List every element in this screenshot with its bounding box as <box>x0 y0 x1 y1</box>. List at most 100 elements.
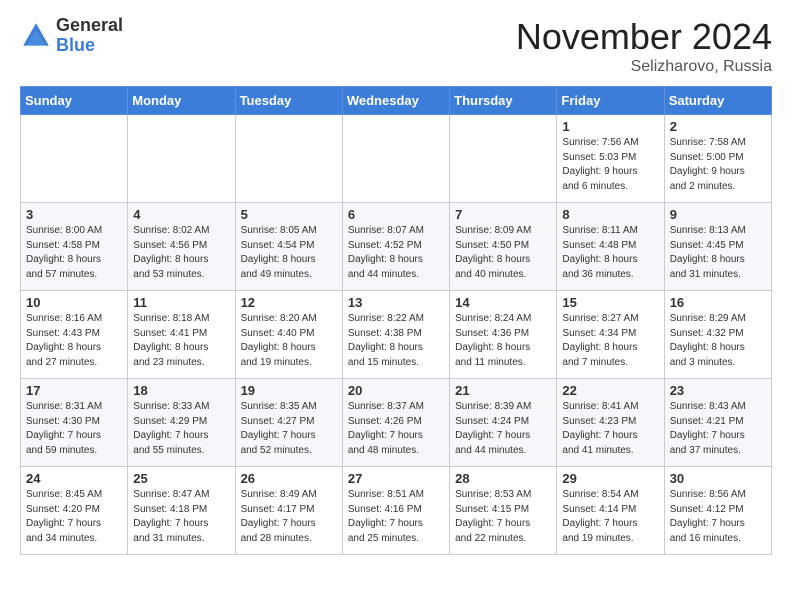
logo-general: General <box>56 16 123 36</box>
day-info: Sunrise: 8:11 AM Sunset: 4:48 PM Dayligh… <box>562 224 658 282</box>
day-number: 6 <box>348 207 444 222</box>
day-info: Sunrise: 7:56 AM Sunset: 5:03 PM Dayligh… <box>562 136 658 194</box>
day-info: Sunrise: 8:47 AM Sunset: 4:18 PM Dayligh… <box>133 488 229 546</box>
month-title: November 2024 <box>516 16 772 58</box>
day-info: Sunrise: 8:02 AM Sunset: 4:56 PM Dayligh… <box>133 224 229 282</box>
day-info: Sunrise: 8:39 AM Sunset: 4:24 PM Dayligh… <box>455 400 551 458</box>
table-row: 8 Sunrise: 8:11 AM Sunset: 4:48 PM Daylig… <box>557 203 664 291</box>
day-number: 3 <box>26 207 122 222</box>
day-info: Sunrise: 8:13 AM Sunset: 4:45 PM Dayligh… <box>670 224 766 282</box>
title-area: November 2024 Selizharovo, Russia <box>516 16 772 76</box>
table-row: 23 Sunrise: 8:43 AM Sunset: 4:21 PM Dayli… <box>664 379 771 467</box>
table-row: 21Sunrise: 8:39 AM Sunset: 4:24 PM Dayli… <box>450 379 557 467</box>
day-info: Sunrise: 8:49 AM Sunset: 4:17 PM Dayligh… <box>241 488 337 546</box>
day-number: 10 <box>26 295 122 310</box>
table-row: 11 Sunrise: 8:18 AM Sunset: 4:41 PM Dayli… <box>128 291 235 379</box>
table-row: 9 Sunrise: 8:13 AM Sunset: 4:45 PM Daylig… <box>664 203 771 291</box>
table-row: 18Sunrise: 8:33 AM Sunset: 4:29 PM Dayli… <box>128 379 235 467</box>
location-subtitle: Selizharovo, Russia <box>516 58 772 76</box>
day-info: Sunrise: 8:37 AM Sunset: 4:26 PM Dayligh… <box>348 400 444 458</box>
day-number: 26 <box>241 471 337 486</box>
day-number: 27 <box>348 471 444 486</box>
table-row: 15 Sunrise: 8:27 AM Sunset: 4:34 PM Dayli… <box>557 291 664 379</box>
table-row: 2 Sunrise: 7:58 AM Sunset: 5:00 PM Daylig… <box>664 115 771 203</box>
day-number: 16 <box>670 295 766 310</box>
day-info: Sunrise: 8:22 AM Sunset: 4:38 PM Dayligh… <box>348 312 444 370</box>
day-number: 8 <box>562 207 658 222</box>
day-info: Sunrise: 8:18 AM Sunset: 4:41 PM Dayligh… <box>133 312 229 370</box>
day-number: 17 <box>26 383 122 398</box>
day-number: 29 <box>562 471 658 486</box>
day-info: Sunrise: 8:09 AM Sunset: 4:50 PM Dayligh… <box>455 224 551 282</box>
table-row: 1 Sunrise: 7:56 AM Sunset: 5:03 PM Daylig… <box>557 115 664 203</box>
table-row: 22 Sunrise: 8:41 AM Sunset: 4:23 PM Dayli… <box>557 379 664 467</box>
day-info: Sunrise: 8:33 AM Sunset: 4:29 PM Dayligh… <box>133 400 229 458</box>
calendar-week-row: 3Sunrise: 8:00 AM Sunset: 4:58 PM Daylig… <box>21 203 772 291</box>
page-header: General Blue November 2024 Selizharovo, … <box>20 16 772 76</box>
day-number: 4 <box>133 207 229 222</box>
day-number: 20 <box>348 383 444 398</box>
day-number: 1 <box>562 119 658 134</box>
table-row: 6 Sunrise: 8:07 AM Sunset: 4:52 PM Daylig… <box>342 203 449 291</box>
table-row <box>235 115 342 203</box>
day-number: 5 <box>241 207 337 222</box>
header-monday: Monday <box>128 87 235 115</box>
day-number: 14 <box>455 295 551 310</box>
day-info: Sunrise: 8:31 AM Sunset: 4:30 PM Dayligh… <box>26 400 122 458</box>
day-number: 11 <box>133 295 229 310</box>
table-row <box>128 115 235 203</box>
logo-icon <box>20 20 52 52</box>
calendar-week-row: 17 Sunrise: 8:31 AM Sunset: 4:30 PM Dayli… <box>21 379 772 467</box>
table-row: 29 Sunrise: 8:54 AM Sunset: 4:14 PM Dayli… <box>557 467 664 555</box>
day-info: Sunrise: 8:41 AM Sunset: 4:23 PM Dayligh… <box>562 400 658 458</box>
calendar-table: Sunday Monday Tuesday Wednesday Thursday… <box>20 86 772 555</box>
table-row: 14 Sunrise: 8:24 AM Sunset: 4:36 PM Dayli… <box>450 291 557 379</box>
day-info: Sunrise: 8:54 AM Sunset: 4:14 PM Dayligh… <box>562 488 658 546</box>
header-saturday: Saturday <box>664 87 771 115</box>
day-info: Sunrise: 8:07 AM Sunset: 4:52 PM Dayligh… <box>348 224 444 282</box>
table-row: 20 Sunrise: 8:37 AM Sunset: 4:26 PM Dayli… <box>342 379 449 467</box>
day-number: 13 <box>348 295 444 310</box>
table-row: 28Sunrise: 8:53 AM Sunset: 4:15 PM Dayli… <box>450 467 557 555</box>
calendar-week-row: 10 Sunrise: 8:16 AM Sunset: 4:43 PM Dayli… <box>21 291 772 379</box>
day-info: Sunrise: 8:51 AM Sunset: 4:16 PM Dayligh… <box>348 488 444 546</box>
table-row: 17 Sunrise: 8:31 AM Sunset: 4:30 PM Dayli… <box>21 379 128 467</box>
day-info: Sunrise: 8:27 AM Sunset: 4:34 PM Dayligh… <box>562 312 658 370</box>
day-number: 9 <box>670 207 766 222</box>
calendar-week-row: 24Sunrise: 8:45 AM Sunset: 4:20 PM Dayli… <box>21 467 772 555</box>
day-info: Sunrise: 8:16 AM Sunset: 4:43 PM Dayligh… <box>26 312 122 370</box>
day-info: Sunrise: 8:05 AM Sunset: 4:54 PM Dayligh… <box>241 224 337 282</box>
day-number: 23 <box>670 383 766 398</box>
day-info: Sunrise: 8:24 AM Sunset: 4:36 PM Dayligh… <box>455 312 551 370</box>
day-number: 22 <box>562 383 658 398</box>
header-sunday: Sunday <box>21 87 128 115</box>
calendar-header-row: Sunday Monday Tuesday Wednesday Thursday… <box>21 87 772 115</box>
header-tuesday: Tuesday <box>235 87 342 115</box>
day-number: 28 <box>455 471 551 486</box>
logo: General Blue <box>20 16 123 56</box>
day-number: 7 <box>455 207 551 222</box>
table-row: 25 Sunrise: 8:47 AM Sunset: 4:18 PM Dayli… <box>128 467 235 555</box>
day-info: Sunrise: 8:43 AM Sunset: 4:21 PM Dayligh… <box>670 400 766 458</box>
table-row: 12Sunrise: 8:20 AM Sunset: 4:40 PM Dayli… <box>235 291 342 379</box>
table-row <box>21 115 128 203</box>
day-number: 2 <box>670 119 766 134</box>
day-number: 15 <box>562 295 658 310</box>
logo-blue: Blue <box>56 36 123 56</box>
day-number: 30 <box>670 471 766 486</box>
day-number: 19 <box>241 383 337 398</box>
table-row: 13 Sunrise: 8:22 AM Sunset: 4:38 PM Dayli… <box>342 291 449 379</box>
calendar-body: 1 Sunrise: 7:56 AM Sunset: 5:03 PM Daylig… <box>21 115 772 555</box>
table-row: 4 Sunrise: 8:02 AM Sunset: 4:56 PM Daylig… <box>128 203 235 291</box>
day-info: Sunrise: 8:29 AM Sunset: 4:32 PM Dayligh… <box>670 312 766 370</box>
day-info: Sunrise: 7:58 AM Sunset: 5:00 PM Dayligh… <box>670 136 766 194</box>
table-row: 27 Sunrise: 8:51 AM Sunset: 4:16 PM Dayli… <box>342 467 449 555</box>
table-row: 19Sunrise: 8:35 AM Sunset: 4:27 PM Dayli… <box>235 379 342 467</box>
header-thursday: Thursday <box>450 87 557 115</box>
table-row: 16 Sunrise: 8:29 AM Sunset: 4:32 PM Dayli… <box>664 291 771 379</box>
table-row: 3Sunrise: 8:00 AM Sunset: 4:58 PM Daylig… <box>21 203 128 291</box>
day-info: Sunrise: 8:20 AM Sunset: 4:40 PM Dayligh… <box>241 312 337 370</box>
day-number: 25 <box>133 471 229 486</box>
table-row: 26 Sunrise: 8:49 AM Sunset: 4:17 PM Dayli… <box>235 467 342 555</box>
day-info: Sunrise: 8:56 AM Sunset: 4:12 PM Dayligh… <box>670 488 766 546</box>
